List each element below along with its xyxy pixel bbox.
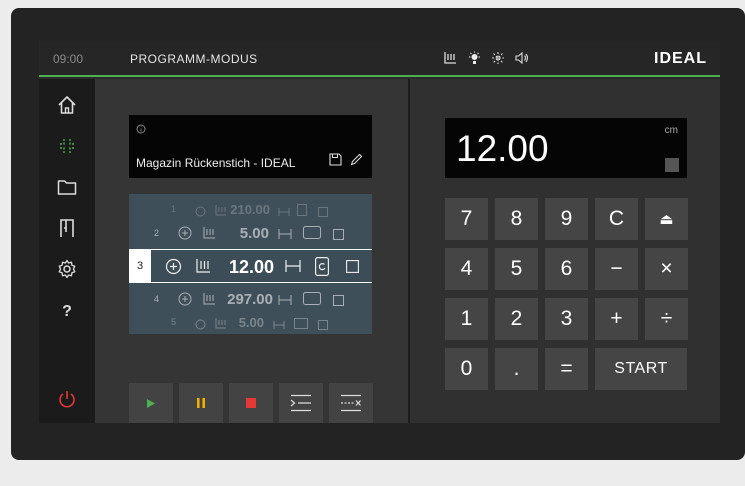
step-row[interactable]: 1 210.00 <box>129 200 372 218</box>
stop-button[interactable] <box>229 383 273 423</box>
cutting-table-icon <box>203 226 216 244</box>
key-7[interactable]: 7 <box>445 198 488 240</box>
step-number: 1 <box>171 204 177 214</box>
key-5[interactable]: 5 <box>495 248 538 290</box>
blade-icon <box>178 292 192 311</box>
rotate-icon <box>303 292 321 310</box>
cutting-table-icon <box>196 258 211 278</box>
program-steps-list[interactable]: 1 210.00 2 5.00 3 12.00 4 297.00 5 5.00 <box>129 194 372 334</box>
grid-icon <box>665 158 679 172</box>
pause-icon <box>197 398 205 408</box>
blade-icon <box>195 317 206 335</box>
key-1[interactable]: 1 <box>445 298 488 340</box>
sound-icon[interactable] <box>515 50 529 66</box>
page-title: PROGRAMM-MODUS <box>130 52 258 66</box>
key-9[interactable]: 9 <box>545 198 588 240</box>
program-panel: Magazin Rückenstich - IDEAL 1 210.00 2 5… <box>95 79 408 423</box>
manual-mode-icon[interactable] <box>55 216 79 240</box>
rotate-icon <box>297 203 307 221</box>
insert-step-icon <box>290 394 311 412</box>
step-value: 5.00 <box>238 314 264 330</box>
step-value: 12.00 <box>228 257 274 277</box>
decimal-button[interactable]: . <box>495 348 538 390</box>
step-row-selected[interactable]: 3 12.00 <box>129 249 372 283</box>
clear-button[interactable]: C <box>595 198 638 240</box>
light-icon <box>467 50 481 66</box>
eject-icon <box>333 293 344 311</box>
info-icon[interactable] <box>136 121 146 139</box>
step-row[interactable]: 2 5.00 <box>129 221 372 245</box>
delete-step-icon <box>341 394 361 412</box>
brand-logo: IDEAL <box>654 50 707 67</box>
step-row[interactable]: 4 297.00 <box>129 287 372 311</box>
power-icon[interactable] <box>55 387 79 411</box>
key-0[interactable]: 0 <box>445 348 488 390</box>
rotate-icon <box>315 257 330 281</box>
pusher-icon <box>285 259 301 278</box>
play-icon <box>147 398 155 408</box>
step-number: 4 <box>154 294 160 304</box>
program-name: Magazin Rückenstich - IDEAL <box>136 156 296 170</box>
eject-button[interactable]: ⏏ <box>645 198 688 240</box>
program-name-box[interactable]: Magazin Rückenstich - IDEAL <box>129 115 372 178</box>
minus-button[interactable]: − <box>595 248 638 290</box>
delete-step-button[interactable] <box>329 383 373 423</box>
rotate-icon <box>303 226 321 244</box>
keypad-panel: 12.00 cm 7 8 9 C ⏏ 4 5 6 − × 1 2 3 + ÷ 0… <box>410 79 720 423</box>
pencil-icon[interactable] <box>350 153 363 171</box>
status-icons <box>443 50 529 66</box>
step-number: 5 <box>171 317 177 327</box>
step-value: 210.00 <box>230 201 270 217</box>
cutting-table-icon <box>203 292 216 310</box>
eject-icon <box>346 260 359 278</box>
step-row[interactable]: 5 5.00 <box>129 313 372 331</box>
pusher-icon <box>273 317 285 335</box>
key-4[interactable]: 4 <box>445 248 488 290</box>
start-button[interactable]: START <box>595 348 687 390</box>
insert-step-button[interactable] <box>279 383 323 423</box>
step-value: 5.00 <box>239 224 269 242</box>
help-button[interactable]: ? <box>55 300 79 324</box>
display-value: 12.00 <box>456 128 549 169</box>
home-icon[interactable] <box>55 93 79 117</box>
pusher-icon <box>278 204 290 222</box>
settings-icon[interactable] <box>55 257 79 281</box>
stop-icon <box>246 398 256 408</box>
equals-button[interactable]: = <box>545 348 588 390</box>
cutting-table-icon <box>443 50 457 66</box>
save-icon[interactable] <box>329 153 342 171</box>
plus-button[interactable]: + <box>595 298 638 340</box>
divide-button[interactable]: ÷ <box>645 298 688 340</box>
clock: 09:00 <box>53 52 84 66</box>
eject-icon <box>318 204 328 222</box>
display-unit: cm <box>664 125 678 136</box>
pusher-icon <box>278 227 292 245</box>
air-table-icon <box>491 50 505 66</box>
step-value: 297.00 <box>227 290 273 308</box>
blade-icon <box>195 204 206 222</box>
play-button[interactable] <box>129 383 173 423</box>
program-mode-icon[interactable] <box>55 134 79 158</box>
top-bar: 09:00 PROGRAMM-MODUS IDEAL <box>39 41 720 77</box>
blade-icon <box>178 226 192 245</box>
folder-icon[interactable] <box>55 175 79 199</box>
eject-icon <box>333 227 344 245</box>
key-6[interactable]: 6 <box>545 248 588 290</box>
key-8[interactable]: 8 <box>495 198 538 240</box>
rotate-icon <box>294 316 308 334</box>
position-display: 12.00 cm <box>445 118 687 178</box>
step-number: 3 <box>129 250 151 282</box>
blade-icon <box>165 258 182 280</box>
screen: 09:00 PROGRAMM-MODUS IDEAL ? Magazin Rüc… <box>39 41 720 423</box>
pusher-icon <box>278 293 292 311</box>
pause-button[interactable] <box>179 383 223 423</box>
step-number: 2 <box>154 228 160 238</box>
eject-icon <box>318 317 328 335</box>
multiply-button[interactable]: × <box>645 248 688 290</box>
sidebar: ? <box>39 79 95 423</box>
key-3[interactable]: 3 <box>545 298 588 340</box>
key-2[interactable]: 2 <box>495 298 538 340</box>
